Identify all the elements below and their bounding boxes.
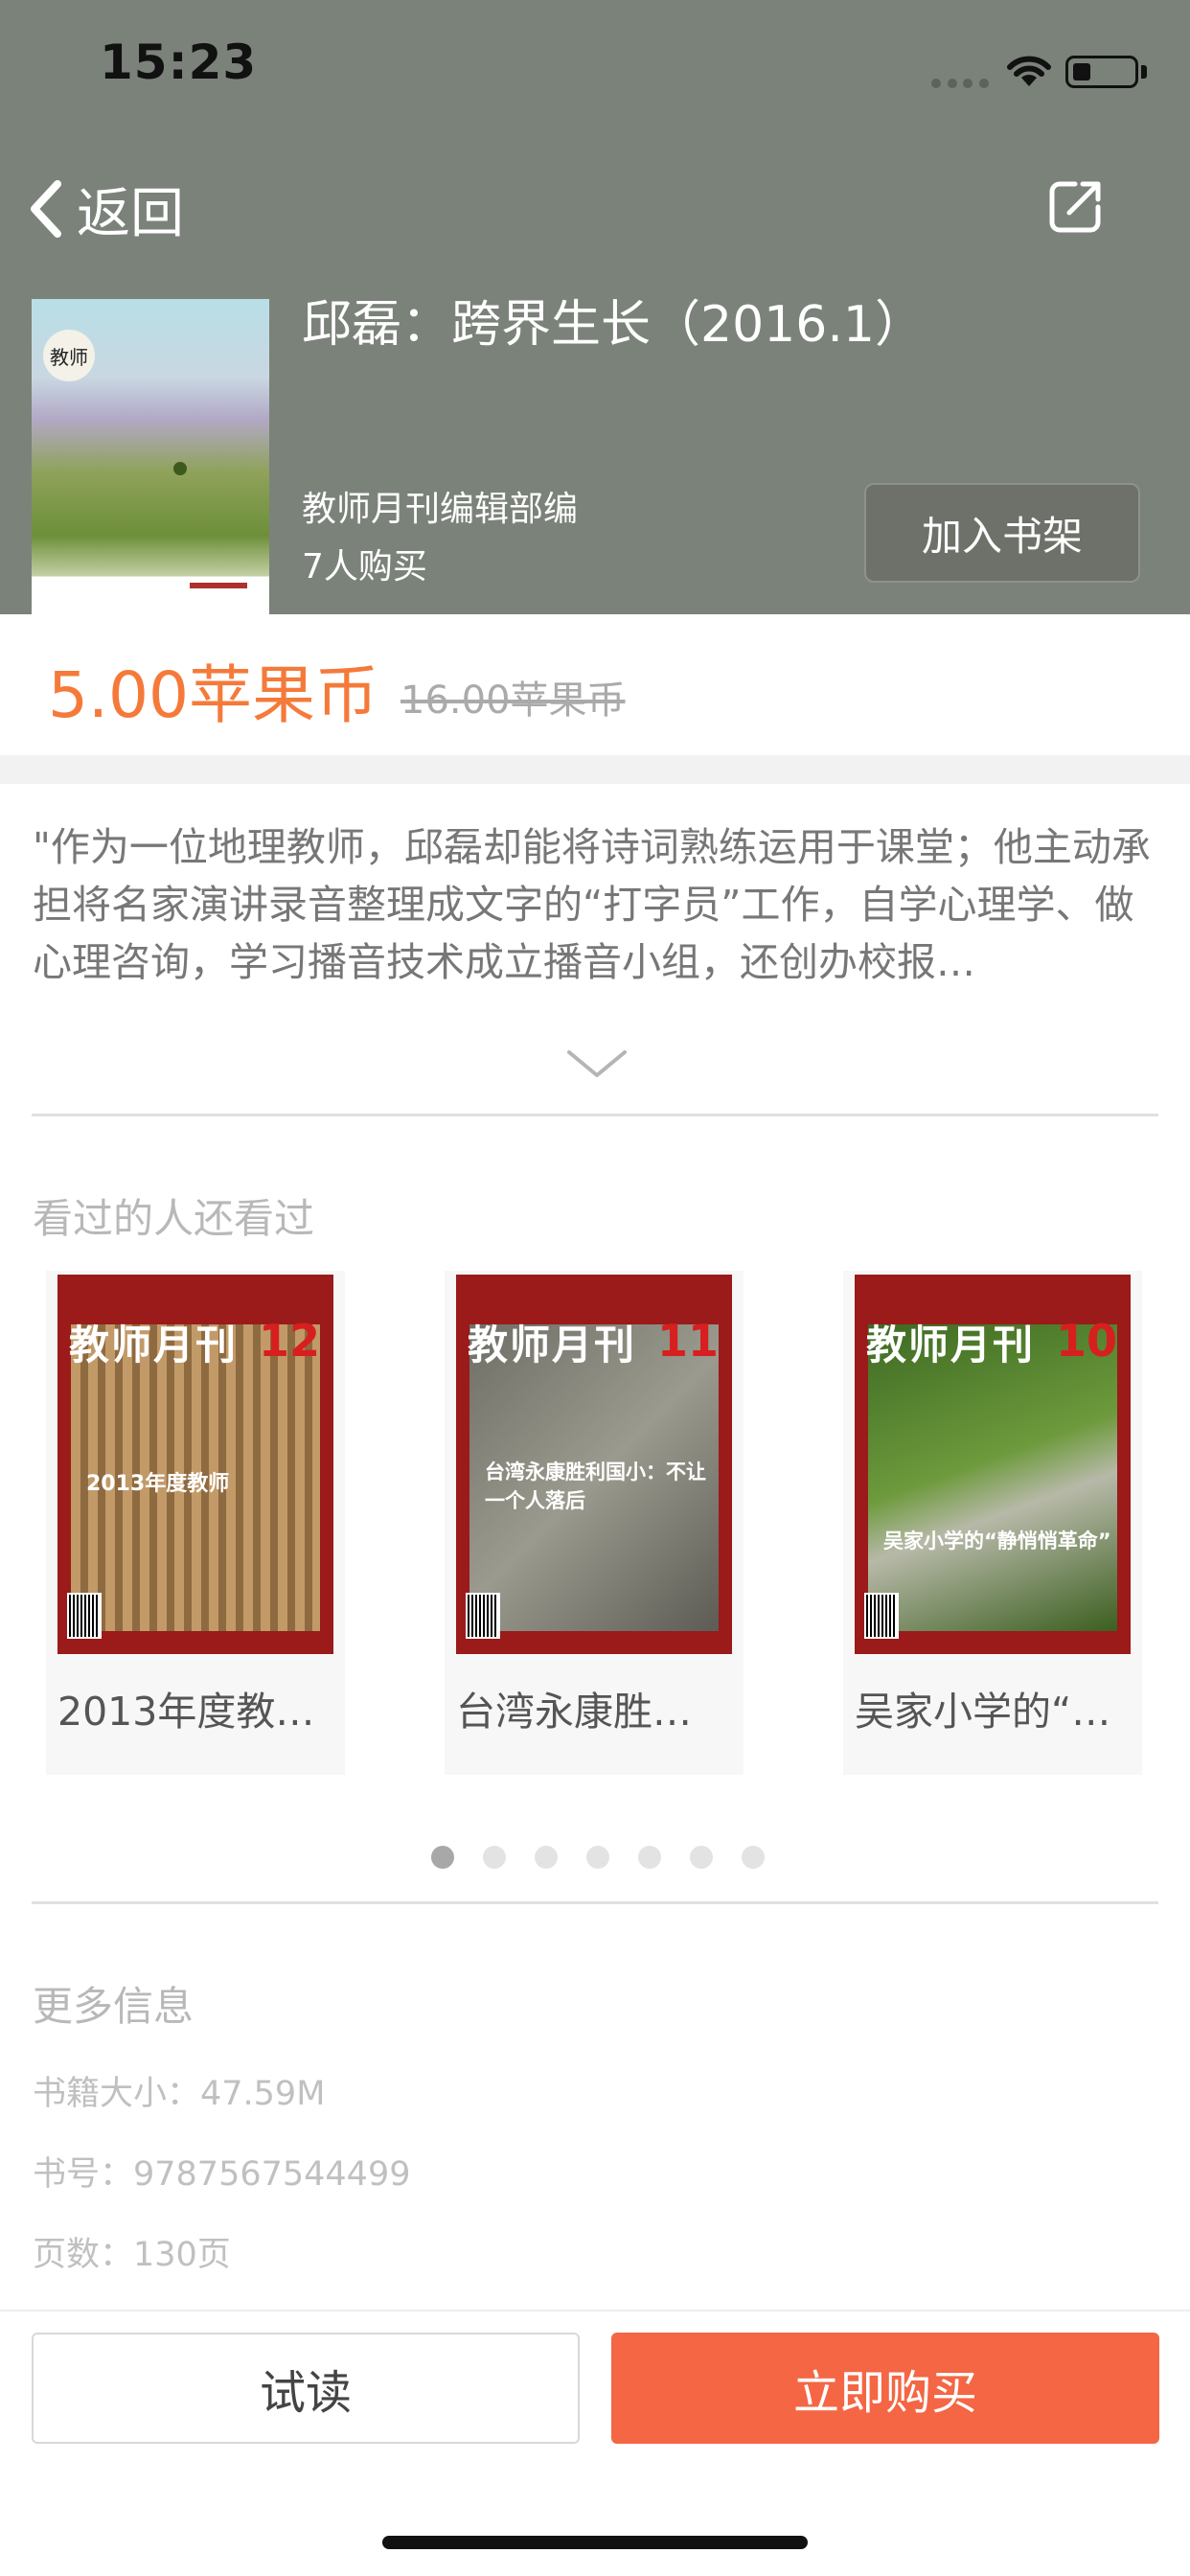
chevron-down-icon[interactable]: [565, 1046, 629, 1081]
issue-number: 11: [656, 1315, 719, 1367]
recommendation-card[interactable]: 教师月刊 11 台湾永康胜利国小：不让一个人落后 台湾永康胜…: [445, 1271, 744, 1775]
barcode: [67, 1593, 102, 1639]
share-icon[interactable]: [1046, 178, 1104, 236]
add-to-shelf-button[interactable]: 加入书架: [864, 483, 1140, 583]
recommendation-label: 2013年度教…: [57, 1689, 315, 1735]
recommendation-cover: 教师月刊 11 台湾永康胜利国小：不让一个人落后: [456, 1275, 732, 1654]
back-button[interactable]: 返回: [27, 174, 184, 245]
magazine-title: 教师月刊: [866, 1322, 1036, 1368]
page-dot[interactable]: [638, 1846, 661, 1869]
book-author: 教师月刊编辑部编: [302, 490, 579, 529]
book-description: "作为一位地理教师，邱磊却能将诗词熟练运用于课堂；他主动承担将名家演讲录音整理成…: [33, 824, 1151, 985]
page-dot[interactable]: [742, 1846, 765, 1869]
page-indicator: [431, 1846, 765, 1869]
recommendation-label: 吴家小学的“…: [855, 1689, 1111, 1735]
battery-icon: [1065, 56, 1138, 88]
book-cover: 教师: [32, 299, 269, 614]
issue-number: 10: [1055, 1315, 1117, 1367]
section-separator: [0, 755, 1190, 784]
book-isbn: 书号：9787567544499: [33, 2155, 411, 2194]
barcode: [466, 1593, 500, 1639]
back-label: 返回: [77, 182, 184, 245]
battery-cap: [1141, 65, 1147, 79]
page-dot[interactable]: [431, 1846, 454, 1869]
page-dot[interactable]: [586, 1846, 609, 1869]
magazine-title: 教师月刊: [468, 1322, 637, 1368]
book-size: 书籍大小：47.59M: [33, 2075, 326, 2113]
recommendation-card[interactable]: 教师月刊 10 吴家小学的“静悄悄革命” 吴家小学的“…: [843, 1271, 1142, 1775]
book-title: 邱磊：跨界生长（2016.1）: [302, 296, 925, 354]
recommendation-cover: 教师月刊 12 2013年度教师: [57, 1275, 333, 1654]
buy-now-button[interactable]: 立即购买: [611, 2333, 1159, 2444]
signal-icon: [931, 79, 989, 88]
try-read-button[interactable]: 试读: [32, 2333, 580, 2444]
page-dot[interactable]: [483, 1846, 506, 1869]
cover-logo: 教师: [43, 330, 95, 381]
divider: [32, 1901, 1158, 1904]
recommendation-label: 台湾永康胜…: [456, 1689, 692, 1735]
book-buyers: 7人购买: [302, 547, 427, 586]
cover-tree: [173, 462, 187, 475]
cover-headline: 2013年度教师: [86, 1472, 230, 1496]
magazine-title: 教师月刊: [69, 1322, 239, 1368]
page-dot[interactable]: [535, 1846, 558, 1869]
wifi-icon: [1007, 56, 1051, 86]
cover-headline: 吴家小学的“静悄悄革命”: [883, 1530, 1111, 1552]
issue-number: 12: [258, 1315, 320, 1367]
recommendation-cover: 教师月刊 10 吴家小学的“静悄悄革命”: [855, 1275, 1131, 1654]
page-dot[interactable]: [690, 1846, 713, 1869]
current-price: 5.00苹果币: [48, 658, 378, 732]
book-pages: 页数：130页: [33, 2236, 231, 2274]
book-header: 15:23 返回 教师 邱磊：跨界生长（2016.1） 教师月刊编辑部编 7人购…: [0, 0, 1190, 614]
cover-headline: 台湾永康胜利国小：不让一个人落后: [485, 1460, 706, 1512]
original-price: 16.00苹果币: [400, 678, 626, 723]
home-indicator: [382, 2536, 808, 2549]
status-time: 15:23: [100, 34, 258, 90]
more-info-title: 更多信息: [33, 1983, 195, 2030]
cover-publisher-mark: [190, 583, 247, 588]
chevron-left-icon: [31, 180, 61, 238]
recommendation-card[interactable]: 教师月刊 12 2013年度教师 2013年度教…: [46, 1271, 345, 1775]
recommendations-title: 看过的人还看过: [33, 1195, 315, 1242]
barcode: [864, 1593, 899, 1639]
divider: [32, 1114, 1158, 1116]
bottom-bar-divider: [0, 2310, 1190, 2312]
